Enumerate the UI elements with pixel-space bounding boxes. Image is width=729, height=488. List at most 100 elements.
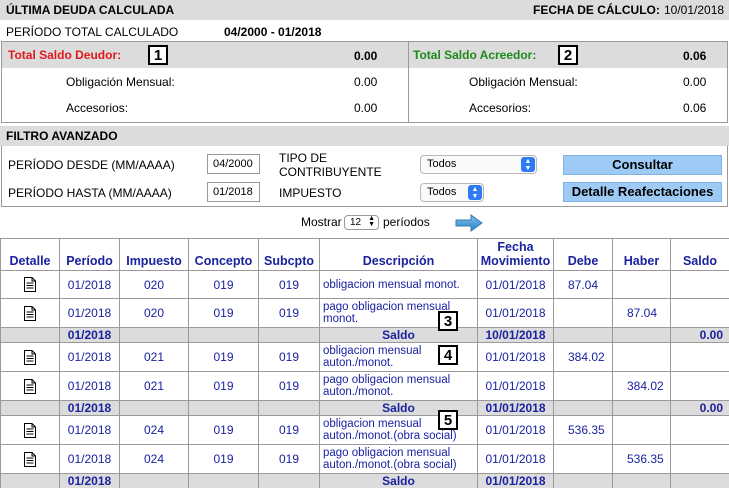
periodo-total-value: 04/2000 - 01/2018: [224, 25, 322, 39]
subcpto-cell: 019: [258, 298, 320, 328]
saldo-value-cell: 0.00: [670, 327, 729, 343]
concepto-cell: 019: [188, 371, 259, 401]
impuesto-cell: 024: [119, 415, 189, 445]
acreedor-title: Total Saldo Acreedor:: [413, 48, 537, 62]
fecha-cell: 01/01/2018: [477, 415, 554, 445]
col-fecha-movimiento: Fecha Movimiento: [477, 238, 554, 271]
periodo-cell: 01/2018: [59, 415, 120, 445]
acreedor-obligacion-value: 0.00: [683, 75, 707, 89]
debe-cell: 87.04: [553, 270, 613, 299]
detalle-cell: [0, 298, 60, 328]
deudor-total: 0.00: [354, 49, 378, 63]
impuesto-cell: 021: [119, 371, 189, 401]
acreedor-total: 0.06: [683, 49, 707, 63]
periodo-desde-input[interactable]: 04/2000: [207, 154, 260, 174]
periodo-cell: 01/2018: [59, 371, 120, 401]
col-detalle: Detalle: [0, 238, 60, 271]
col-haber: Haber: [612, 238, 671, 271]
periodo-hasta-input[interactable]: 01/2018: [207, 182, 260, 202]
document-icon[interactable]: [24, 378, 36, 394]
saldo-fecha-cell: 01/01/2018: [477, 400, 554, 416]
haber-cell: [612, 342, 671, 372]
saldo-cell: [670, 371, 729, 401]
col-impuesto: Impuesto: [119, 238, 189, 271]
periodo-desde-label: PERÍODO DESDE (MM/AAAA): [8, 158, 175, 172]
subcpto-cell: 019: [258, 342, 320, 372]
next-arrow-icon[interactable]: [455, 214, 483, 232]
deudor-title: Total Saldo Deudor:: [8, 48, 122, 62]
table-row: 01/2018 024 019 019 pago obligacion mensual a…: [0, 444, 729, 474]
page-title: ÚLTIMA DEUDA CALCULADA: [6, 3, 175, 17]
badge-3: 3: [438, 311, 458, 331]
subcpto-cell: 019: [258, 415, 320, 445]
document-icon[interactable]: [24, 422, 36, 438]
debe-cell: [553, 444, 613, 474]
saldo-row: 01/2018 Saldo 10/01/2018 0.00: [0, 327, 729, 343]
chevron-updown-icon: ▲ ▼: [368, 215, 375, 228]
impuesto-cell: 020: [119, 270, 189, 299]
tipo-contribuyente-label-2: CONTRIBUYENTE: [279, 165, 382, 179]
saldo-row: 01/2018 Saldo 01/01/2018: [0, 473, 729, 488]
fecha-calculo-value: 10/01/2018: [664, 3, 725, 17]
detalle-cell: [0, 415, 60, 445]
table-header-row: Detalle Período Impuesto Concepto Subcpt…: [0, 238, 729, 271]
fecha-cell: 01/01/2018: [477, 444, 554, 474]
saldo-periodo-cell: 01/2018: [59, 400, 120, 416]
acreedor-obligacion-label: Obligación Mensual:: [469, 75, 578, 89]
saldo-value-cell: [670, 473, 729, 488]
impuesto-select[interactable]: Todos ▲ ▼: [420, 183, 484, 202]
debe-cell: 536.35: [553, 415, 613, 445]
impuesto-cell: 024: [119, 444, 189, 474]
periodo-cell: 01/2018: [59, 444, 120, 474]
detalle-reafectaciones-button[interactable]: Detalle Reafectaciones: [563, 182, 722, 202]
fecha-calculo-label: FECHA DE CÁLCULO:: [533, 3, 660, 17]
haber-cell: [612, 270, 671, 299]
subcpto-cell: 019: [258, 444, 320, 474]
debe-cell: [553, 371, 613, 401]
badge-1: 1: [148, 45, 168, 65]
descripcion-cell: pago obligacion mensual auton./monot.: [319, 371, 478, 401]
acreedor-accesorios-label: Accesorios:: [469, 101, 532, 115]
movimientos-table: Detalle Período Impuesto Concepto Subcpt…: [0, 238, 729, 488]
table-row: 01/2018 021 019 019 pago obligacion mensual…: [0, 371, 729, 401]
periodo-cell: 01/2018: [59, 298, 120, 328]
detalle-cell: [0, 444, 60, 474]
tipo-contribuyente-value: Todos: [427, 158, 457, 170]
document-icon[interactable]: [24, 305, 36, 321]
document-icon[interactable]: [24, 349, 36, 365]
fecha-cell: 01/01/2018: [477, 342, 554, 372]
periodos-label: períodos: [383, 215, 430, 229]
detalle-cell: [0, 342, 60, 372]
badge-2: 2: [558, 45, 578, 65]
subcpto-cell: 019: [258, 270, 320, 299]
document-icon[interactable]: [24, 451, 36, 467]
document-icon[interactable]: [24, 277, 36, 292]
impuesto-label: IMPUESTO: [279, 186, 342, 200]
saldo-label-cell: Saldo: [319, 473, 478, 488]
fecha-cell: 01/01/2018: [477, 270, 554, 299]
mostrar-label: Mostrar: [301, 215, 342, 229]
concepto-cell: 019: [188, 298, 259, 328]
totals-divider: [408, 42, 409, 123]
col-descripcion: Descripción: [319, 238, 478, 271]
filtro-title: FILTRO AVANZADO: [6, 129, 118, 143]
tipo-contribuyente-label-1: TIPO DE: [279, 151, 328, 165]
periodos-count-value: 12: [350, 217, 362, 228]
fecha-cell: 01/01/2018: [477, 371, 554, 401]
chevron-updown-icon: ▲ ▼: [468, 185, 482, 200]
debe-cell: [553, 298, 613, 328]
table-row: 01/2018 020 019 019 pago obligacion mensual…: [0, 298, 729, 328]
filtro-bar: FILTRO AVANZADO: [0, 126, 729, 146]
badge-5: 5: [438, 410, 458, 430]
saldo-periodo-cell: 01/2018: [59, 473, 120, 488]
periodos-count-select[interactable]: 12 ▲ ▼: [344, 215, 379, 230]
debe-cell: 384.02: [553, 342, 613, 372]
concepto-cell: 019: [188, 444, 259, 474]
header-bar: ÚLTIMA DEUDA CALCULADA FECHA DE CÁLCULO:…: [0, 0, 729, 20]
badge-4: 4: [438, 345, 458, 365]
consultar-button[interactable]: Consultar: [563, 155, 722, 175]
col-saldo: Saldo: [670, 238, 729, 271]
tipo-contribuyente-select[interactable]: Todos ▲ ▼: [420, 155, 537, 174]
chevron-updown-icon: ▲ ▼: [521, 157, 535, 172]
concepto-cell: 019: [188, 270, 259, 299]
